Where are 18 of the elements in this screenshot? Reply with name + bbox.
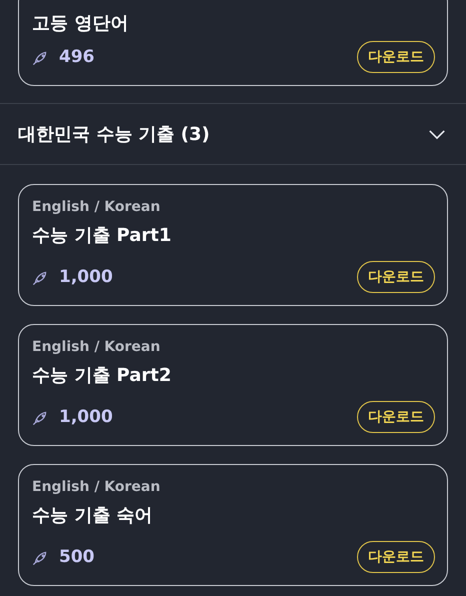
language-label: English / Korean [32,339,162,355]
card-title: 수능 기출 Part1 [32,224,172,247]
download-button[interactable]: 다운로드 [357,41,435,73]
card-title: 수능 기출 숙어 [32,504,154,527]
card-title: 수능 기출 Part2 [32,364,172,387]
price-text: 500 [59,547,94,567]
price-text: 496 [59,47,94,67]
price-text: 1,000 [59,267,113,287]
download-button[interactable]: 다운로드 [357,541,435,573]
card-title: 고등 영단어 [32,12,130,35]
download-button[interactable]: 다운로드 [357,261,435,293]
section-header[interactable]: 대한민국 수능 기출 (3) [0,103,466,165]
language-label: English / Korean [32,479,162,495]
price-text: 1,000 [59,407,113,427]
section-title: 대한민국 수능 기출 (3) [18,123,211,146]
chevron-icon[interactable] [428,128,446,140]
language-label: English / Korean [32,199,162,215]
download-button[interactable]: 다운로드 [357,401,435,433]
